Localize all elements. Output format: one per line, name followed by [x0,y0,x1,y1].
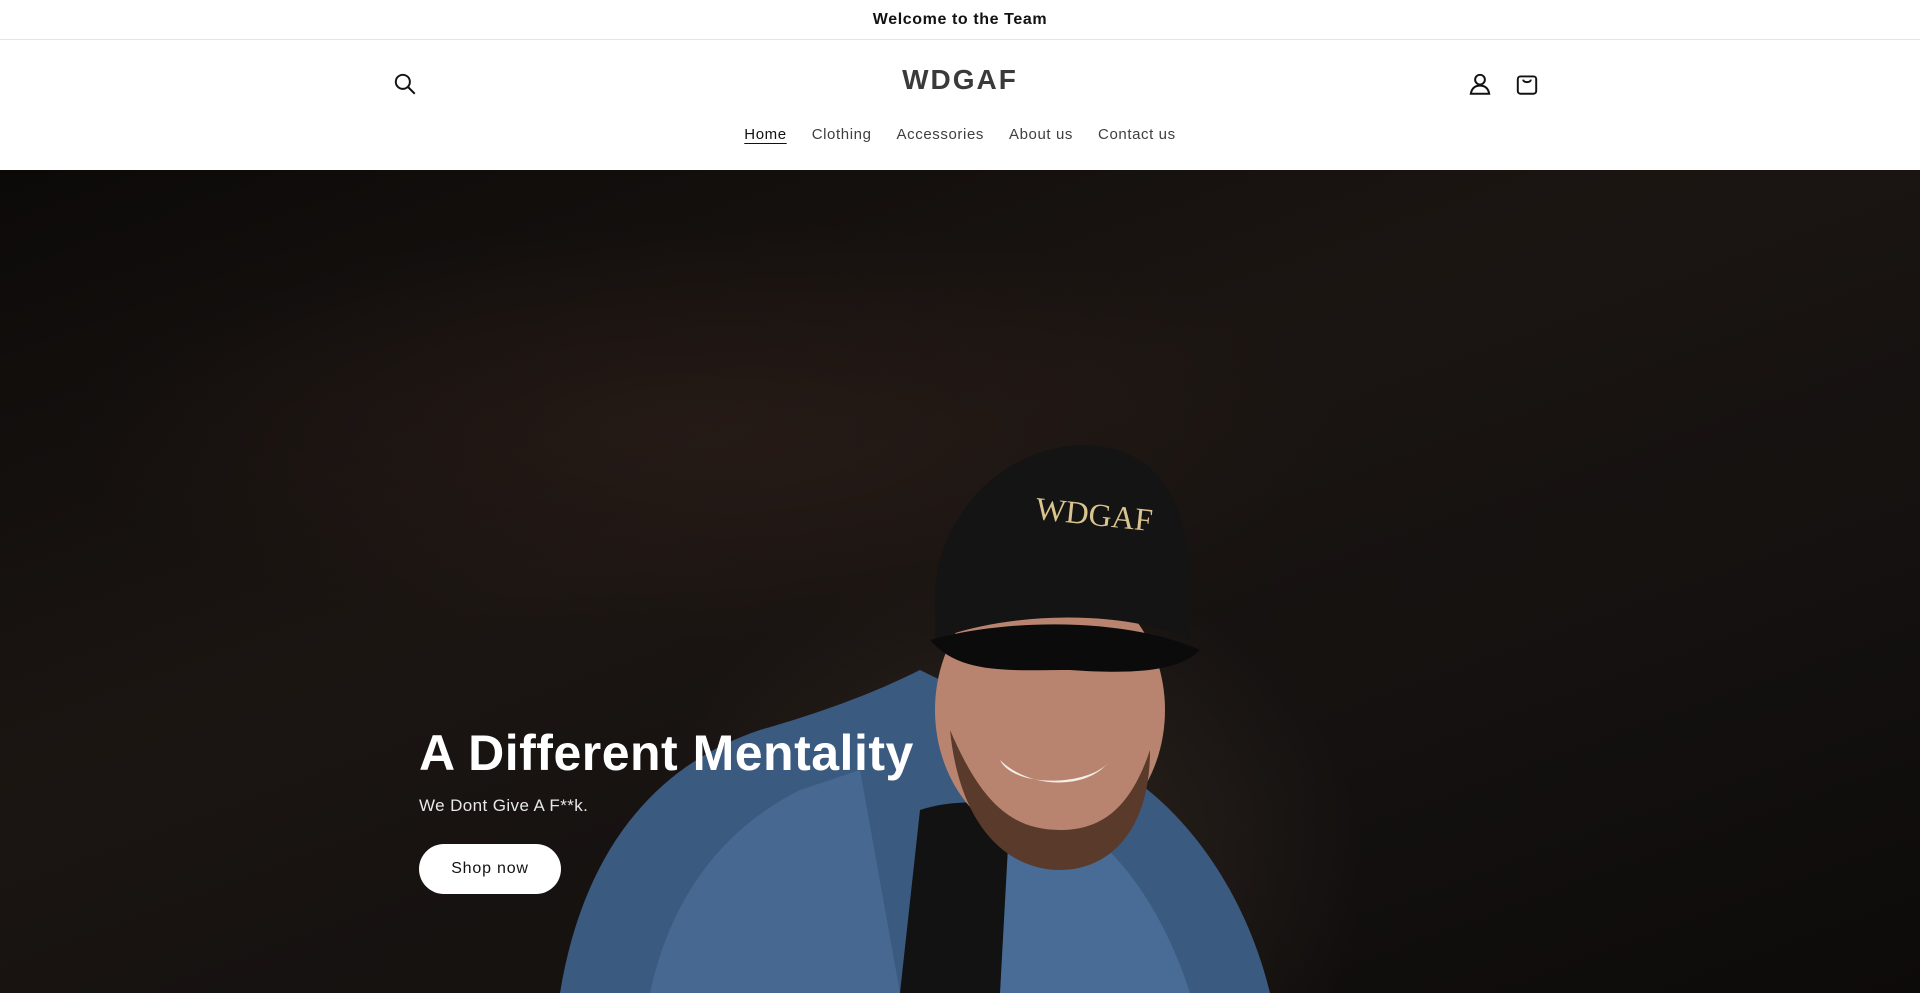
hero-subtitle: We Dont Give A F**k. [419,796,589,815]
main-nav: Home Clothing Accessories About us Conta… [0,126,1920,143]
nav-item-clothing[interactable]: Clothing [799,126,884,143]
nav-item-home[interactable]: Home [732,126,799,143]
hero-title: A Different Mentality [419,725,914,781]
cart-icon [1516,75,1538,95]
nav-item-contact-us[interactable]: Contact us [1086,126,1189,143]
account-button[interactable] [1458,62,1502,106]
announcement-text: Welcome to the Team [872,10,1048,28]
announcement-bar: Welcome to the Team [0,0,1920,40]
nav-item-about-us[interactable]: About us [997,126,1086,143]
hero-image: WDGAF [560,445,1270,993]
site-header: WDGAF Home Clothing Accessories About us… [0,40,1920,170]
shop-now-button[interactable]: Shop now [419,844,561,894]
hero-banner: WDGAF A Different Mentality We Dont Give… [0,170,1920,993]
account-icon [1469,73,1491,95]
site-logo[interactable]: WDGAF [0,64,1920,96]
cart-button[interactable] [1505,62,1549,106]
nav-item-accessories[interactable]: Accessories [884,126,996,143]
